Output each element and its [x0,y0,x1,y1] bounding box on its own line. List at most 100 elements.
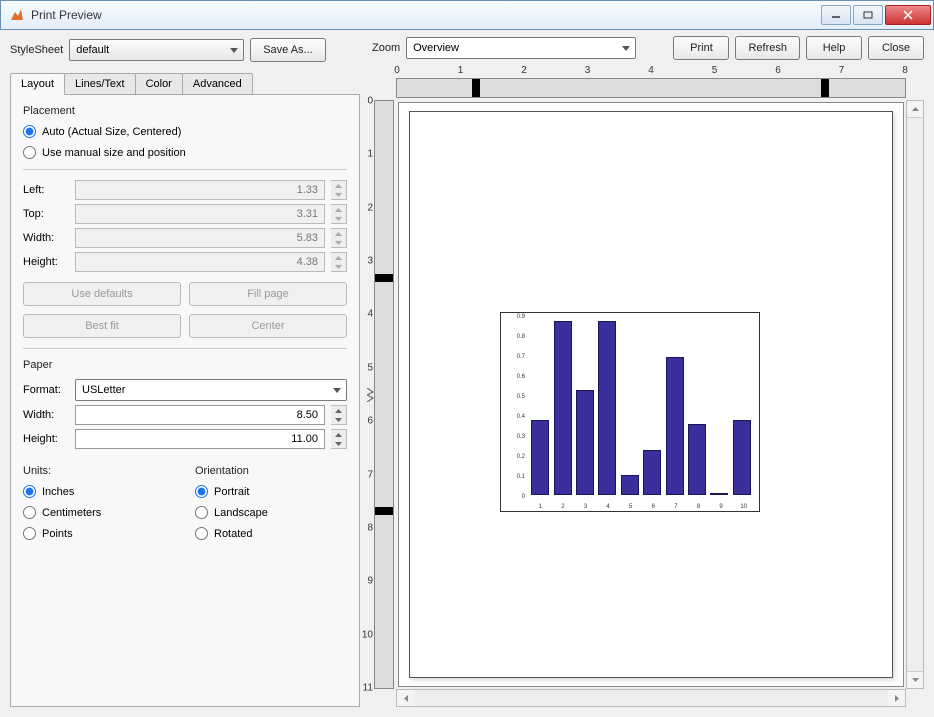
paper-format-select[interactable]: USLetter [75,379,347,401]
chart-xtick: 10 [740,504,747,510]
use-defaults-button: Use defaults [23,282,181,306]
placement-manual-label: Use manual size and position [42,147,186,159]
stylesheet-select[interactable]: default [69,39,244,61]
placement-auto-row[interactable]: Auto (Actual Size, Centered) [23,125,347,138]
help-button[interactable]: Help [806,36,862,60]
vertical-scrollbar[interactable] [906,100,924,689]
chart-xtick: 1 [539,504,542,510]
tab-color[interactable]: Color [135,73,183,94]
chart-bar [531,420,549,495]
print-button[interactable]: Print [673,36,729,60]
units-points-row[interactable]: Points [23,527,175,540]
placement-manual-radio[interactable] [23,146,36,159]
placement-height-label: Height: [23,256,69,268]
preview-canvas: 00.10.20.30.40.50.60.70.80.9 12345678910 [398,102,904,687]
paper-width-spinner[interactable] [331,405,347,425]
units-inches-row[interactable]: Inches [23,485,175,498]
paper-width-field[interactable] [75,405,325,425]
scroll-right-icon[interactable] [888,690,905,706]
chart-xtick: 4 [606,504,609,510]
chart-xtick: 7 [674,504,677,510]
vruler-tick: 2 [355,202,373,213]
placement-width-label: Width: [23,232,69,244]
orientation-label: Orientation [195,465,347,477]
chart-bar [666,357,684,495]
chart-ytick: 0.6 [503,374,525,380]
units-cm-row[interactable]: Centimeters [23,506,175,519]
units-inches-radio[interactable] [23,485,36,498]
stylesheet-label: StyleSheet [10,44,63,56]
orientation-rotated-row[interactable]: Rotated [195,527,347,540]
vruler-tick: 11 [355,683,373,694]
save-as-button[interactable]: Save As... [250,38,326,62]
units-cm-label: Centimeters [42,507,101,519]
close-window-button[interactable] [885,5,931,25]
units-points-radio[interactable] [23,527,36,540]
vruler-tick: 8 [355,522,373,533]
scroll-down-icon[interactable] [907,671,923,688]
minimize-button[interactable] [821,5,851,25]
refresh-button[interactable]: Refresh [735,36,800,60]
chart-bar [643,450,661,495]
chart-bar [621,475,639,495]
chart-ytick: 0.2 [503,454,525,460]
orientation-portrait-radio[interactable] [195,485,208,498]
vertical-ruler[interactable]: 01234567891011 [374,100,394,689]
chart-bar [688,424,706,495]
tab-layout[interactable]: Layout [10,73,65,95]
placement-auto-radio[interactable] [23,125,36,138]
matlab-icon [9,7,25,23]
orientation-landscape-radio[interactable] [195,506,208,519]
zoom-label: Zoom [372,42,400,54]
close-button[interactable]: Close [868,36,924,60]
vruler-tick: 5 [355,362,373,373]
units-cm-radio[interactable] [23,506,36,519]
placement-manual-row[interactable]: Use manual size and position [23,146,347,159]
orientation-landscape-row[interactable]: Landscape [195,506,347,519]
chart-bar [710,493,728,495]
placement-height-spinner [331,252,347,272]
horizontal-ruler[interactable]: 012345678 [396,78,906,98]
paper-height-field[interactable] [75,429,325,449]
chart-bar [554,321,572,495]
chart-xtick: 6 [652,504,655,510]
orientation-portrait-label: Portrait [214,486,249,498]
scroll-left-icon[interactable] [397,690,414,706]
orientation-portrait-row[interactable]: Portrait [195,485,347,498]
horizontal-scrollbar[interactable] [396,689,906,707]
ruler-handle-icon[interactable] [367,388,375,402]
scroll-up-icon[interactable] [907,101,923,118]
preview-page: 00.10.20.30.40.50.60.70.80.9 12345678910 [409,111,893,678]
best-fit-button: Best fit [23,314,181,338]
hruler-tick: 2 [521,65,527,76]
chart-ytick: 0.1 [503,474,525,480]
orientation-rotated-radio[interactable] [195,527,208,540]
placement-label: Placement [23,105,347,117]
paper-height-spinner[interactable] [331,429,347,449]
tab-advanced[interactable]: Advanced [182,73,253,94]
left-spinner [331,180,347,200]
vruler-tick: 10 [355,629,373,640]
vruler-tick: 6 [355,416,373,427]
maximize-button[interactable] [853,5,883,25]
hruler-tick: 0 [394,65,400,76]
vruler-tick: 9 [355,576,373,587]
hruler-tick: 8 [902,65,908,76]
paper-format-label: Format: [23,384,69,396]
zoom-select[interactable]: Overview [406,37,636,59]
vruler-tick: 7 [355,469,373,480]
window-title: Print Preview [31,8,819,22]
vruler-tick: 0 [355,96,373,107]
left-field [75,180,325,200]
placement-width-spinner [331,228,347,248]
chart-ytick: 0.9 [503,314,525,320]
hruler-tick: 6 [775,65,781,76]
chart-ytick: 0 [503,494,525,500]
units-label: Units: [23,465,175,477]
paper-height-label: Height: [23,433,69,445]
chart-xtick: 9 [719,504,722,510]
units-points-label: Points [42,528,73,540]
vruler-tick: 3 [355,256,373,267]
tab-lines-text[interactable]: Lines/Text [64,73,136,94]
orientation-landscape-label: Landscape [214,507,268,519]
